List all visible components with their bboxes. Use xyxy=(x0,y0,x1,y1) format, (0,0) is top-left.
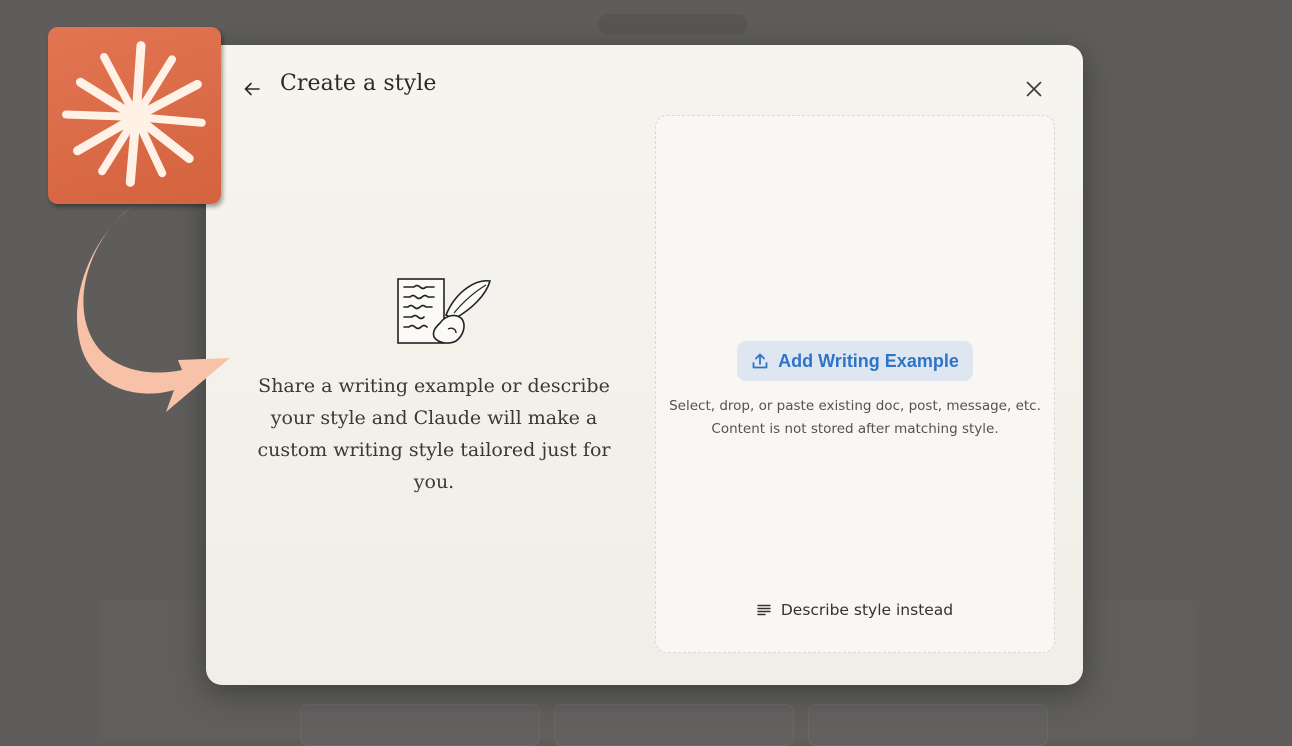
helper-line-1: Select, drop, or paste existing doc, pos… xyxy=(669,398,1041,414)
dialog-title: Create a style xyxy=(280,71,437,96)
claude-logo xyxy=(48,27,221,204)
upload-icon xyxy=(752,353,768,369)
describe-style-button[interactable]: Describe style instead xyxy=(755,596,955,624)
close-x-icon xyxy=(1026,81,1042,97)
back-button[interactable] xyxy=(240,77,264,101)
arrow-left-icon xyxy=(244,82,260,96)
add-writing-example-button[interactable]: Add Writing Example xyxy=(737,341,973,381)
background-pill xyxy=(598,14,748,34)
background-card xyxy=(808,704,1048,746)
writing-example-drop-zone[interactable]: Add Writing Example Select, drop, or pas… xyxy=(655,115,1055,653)
intro-text: Share a writing example or describe your… xyxy=(257,375,611,493)
create-style-dialog: Create a style Share a writing example o… xyxy=(206,45,1083,685)
describe-style-label: Describe style instead xyxy=(780,601,954,619)
helper-text: Select, drop, or paste existing doc, pos… xyxy=(656,395,1054,441)
sunburst-logo-icon xyxy=(62,41,206,187)
decorative-arrow-icon xyxy=(77,206,230,412)
text-lines-icon xyxy=(757,604,771,616)
background-card xyxy=(300,704,540,746)
close-button[interactable] xyxy=(1022,77,1046,101)
background-card xyxy=(554,704,794,746)
add-writing-example-label: Add Writing Example xyxy=(778,350,959,371)
helper-line-2: Content is not stored after matching sty… xyxy=(711,421,999,437)
writing-hand-illustration xyxy=(397,278,492,344)
